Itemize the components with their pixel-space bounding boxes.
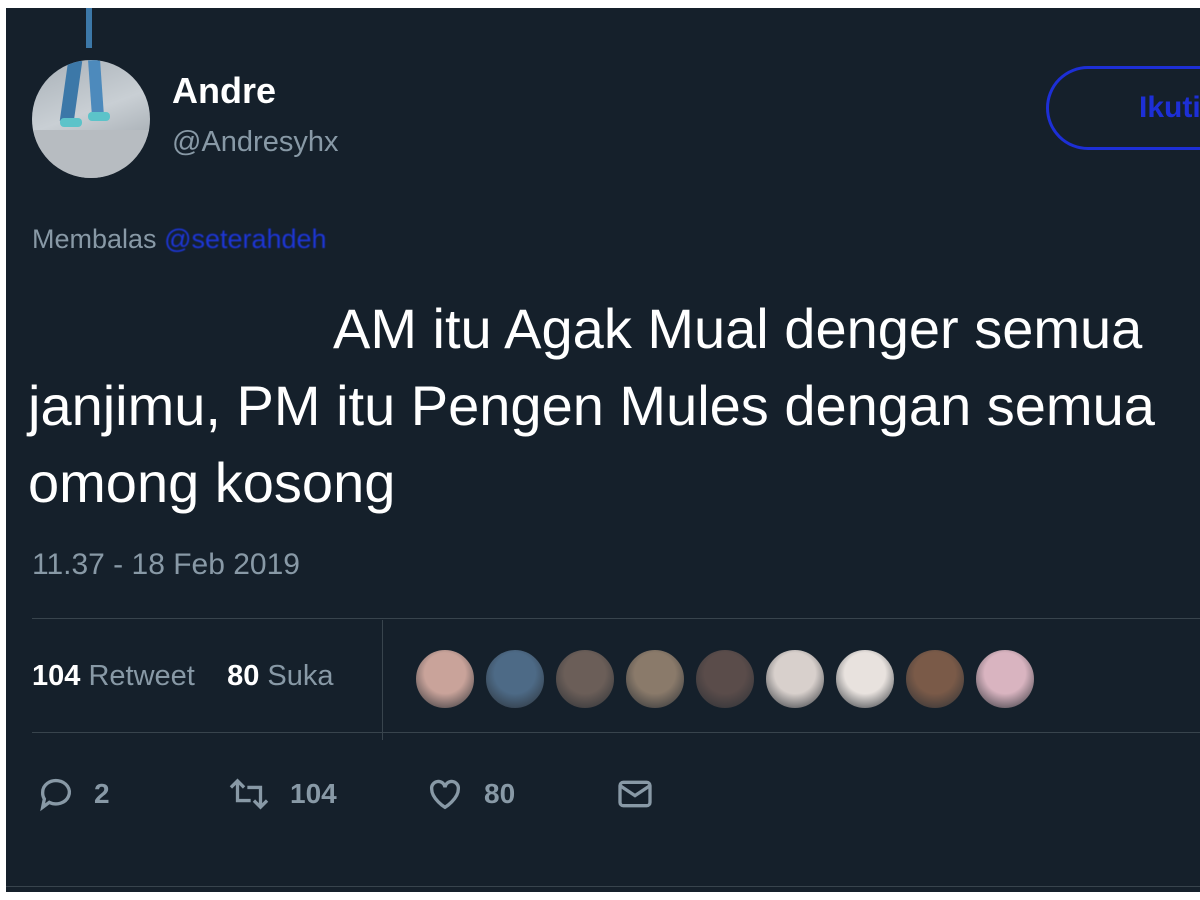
reply-icon bbox=[36, 774, 76, 814]
liker-avatar[interactable] bbox=[414, 648, 476, 710]
liker-avatar[interactable] bbox=[974, 648, 1036, 710]
liker-avatar[interactable] bbox=[554, 648, 616, 710]
retweet-count: 104 bbox=[290, 778, 337, 809]
stats-separator bbox=[382, 620, 383, 740]
divider bbox=[32, 732, 1200, 733]
direct-message-button[interactable] bbox=[614, 772, 656, 816]
liker-avatar[interactable] bbox=[624, 648, 686, 710]
reply-count: 2 bbox=[94, 778, 110, 809]
avatar-overflow bbox=[86, 8, 92, 48]
retweet-stat-count[interactable]: 104 bbox=[32, 660, 80, 692]
liker-avatar[interactable] bbox=[834, 648, 896, 710]
liker-avatar[interactable] bbox=[694, 648, 756, 710]
tweet-text-line: AM itu Agak Mual denger semua bbox=[333, 297, 1143, 360]
divider bbox=[32, 618, 1200, 619]
follow-button[interactable]: Ikuti bbox=[1046, 66, 1200, 150]
like-button[interactable]: 80 bbox=[424, 772, 515, 816]
display-name[interactable]: Andre bbox=[172, 70, 276, 112]
follow-button-label: Ikuti bbox=[1139, 91, 1200, 124]
reply-context: Membalas @seterahdeh bbox=[32, 224, 327, 255]
envelope-icon bbox=[614, 774, 656, 814]
tweet-card: Andre @Andresyhx Ikuti Membalas @seterah… bbox=[6, 8, 1200, 892]
tweet-text: AM itu Agak Mual denger semua janjimu, P… bbox=[28, 290, 1200, 521]
liker-avatar[interactable] bbox=[484, 648, 546, 710]
like-count: 80 bbox=[484, 778, 516, 809]
retweet-button[interactable]: 104 bbox=[226, 772, 337, 816]
reply-prefix: Membalas bbox=[32, 224, 157, 254]
heart-icon bbox=[424, 774, 466, 814]
retweet-stat-label[interactable]: Retweet bbox=[88, 660, 194, 692]
tweet-text-line: janjimu, PM itu Pengen Mules dengan semu… bbox=[28, 374, 1155, 437]
like-stat-label[interactable]: Suka bbox=[267, 660, 333, 692]
user-handle[interactable]: @Andresyhx bbox=[172, 126, 338, 159]
divider bbox=[6, 886, 1200, 887]
retweet-icon bbox=[226, 774, 272, 814]
tweet-timestamp[interactable]: 11.37 - 18 Feb 2019 bbox=[32, 548, 300, 582]
liker-avatar[interactable] bbox=[904, 648, 966, 710]
liker-avatar[interactable] bbox=[764, 648, 826, 710]
engagement-stats: 104 Retweet 80 Suka bbox=[32, 660, 334, 693]
tweet-text-line: omong kosong bbox=[28, 451, 396, 514]
reply-mention-link[interactable]: @seterahdeh bbox=[164, 224, 327, 254]
avatar[interactable] bbox=[32, 60, 150, 178]
reply-button[interactable]: 2 bbox=[36, 772, 110, 816]
like-stat-count[interactable]: 80 bbox=[227, 660, 259, 692]
